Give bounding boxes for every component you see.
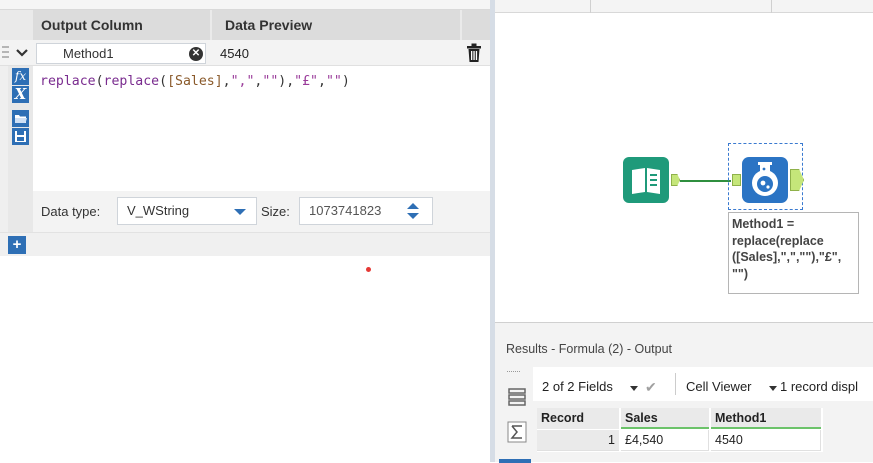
dropdown-arrow-icon[interactable] bbox=[630, 386, 638, 391]
checkmark-icon[interactable]: ✔ bbox=[645, 379, 657, 396]
results-title: Results - Formula (2) - Output bbox=[506, 342, 673, 356]
punct-token: ( bbox=[159, 74, 168, 89]
column-header-method1[interactable]: Method1 bbox=[711, 408, 821, 429]
flask-icon bbox=[752, 162, 778, 196]
data-type-value: V_WString bbox=[127, 203, 190, 218]
cell-record[interactable]: 1 bbox=[537, 430, 619, 451]
expression-editor[interactable]: replace(replace([Sales],",",""),"£","") bbox=[33, 66, 490, 191]
tool-annotation: Method1 = replace(replace ([Sales],",","… bbox=[728, 212, 859, 294]
input-anchor[interactable] bbox=[732, 174, 741, 186]
output-column-header[interactable]: Output Column bbox=[33, 10, 210, 40]
expression-text[interactable]: replace(replace([Sales],",",""),"£","") bbox=[40, 74, 350, 89]
save-icon[interactable] bbox=[12, 128, 29, 145]
results-panel: Results - Formula (2) - Output 2 of 2 Fi… bbox=[495, 322, 873, 463]
function-token: replace bbox=[40, 74, 96, 89]
trash-icon[interactable] bbox=[466, 43, 482, 63]
column-header-sales[interactable]: Sales bbox=[621, 408, 709, 429]
expression-toolbar: fx X bbox=[8, 66, 33, 232]
toolbar-separator bbox=[675, 373, 676, 395]
column-header-bar: Output Column Data Preview bbox=[0, 10, 490, 40]
size-stepper-icon[interactable] bbox=[406, 201, 420, 221]
punct-token: , bbox=[222, 74, 231, 89]
string-token: "£" bbox=[294, 74, 318, 89]
data-type-bar: Data type: V_WString Size: 1073741823 bbox=[33, 191, 490, 232]
data-type-select[interactable]: V_WString bbox=[117, 197, 257, 225]
punct-token: ), bbox=[278, 74, 295, 89]
book-icon bbox=[632, 168, 660, 194]
cursor-marker bbox=[366, 267, 371, 272]
punct-token: , bbox=[317, 74, 326, 89]
clear-icon[interactable]: ✕ bbox=[189, 47, 203, 61]
dropdown-arrow-icon[interactable] bbox=[234, 209, 246, 215]
results-drag-handle[interactable] bbox=[507, 371, 520, 374]
results-grid[interactable]: Record Sales Method1 1 £4,540 4540 bbox=[537, 408, 823, 452]
fields-dropdown[interactable]: 2 of 2 Fields bbox=[542, 379, 613, 394]
cell-viewer-dropdown[interactable]: Cell Viewer bbox=[686, 379, 752, 394]
header-filler bbox=[462, 10, 490, 40]
record-count-label: 1 record displ bbox=[780, 379, 859, 394]
chevron-down-icon[interactable] bbox=[12, 40, 32, 66]
panel-top-strip bbox=[0, 0, 490, 10]
string-token: "," bbox=[230, 74, 255, 89]
connection-line[interactable] bbox=[680, 180, 731, 182]
formula-row[interactable]: Method1 ✕ 4540 bbox=[0, 40, 490, 66]
input-data-tool[interactable] bbox=[623, 157, 669, 203]
sum-icon[interactable] bbox=[507, 421, 527, 443]
size-label: Size: bbox=[261, 204, 290, 219]
left-gutter bbox=[0, 66, 8, 232]
output-column-name-field[interactable]: Method1 bbox=[36, 43, 206, 64]
add-icon[interactable]: + bbox=[8, 236, 26, 254]
results-tab-indicator bbox=[499, 459, 531, 463]
function-token: replace bbox=[103, 74, 160, 89]
data-preview-value: 4540 bbox=[220, 46, 249, 61]
canvas-tab-strip bbox=[495, 0, 873, 13]
column-header-record[interactable]: Record bbox=[537, 408, 619, 429]
formula-tool[interactable] bbox=[742, 157, 788, 203]
output-anchor[interactable] bbox=[671, 174, 680, 186]
row-drag-handle[interactable] bbox=[0, 43, 10, 63]
data-preview-header[interactable]: Data Preview bbox=[212, 10, 460, 40]
results-toolbar: 2 of 2 Fields ✔ Cell Viewer 1 record dis… bbox=[533, 367, 873, 401]
data-type-label: Data type: bbox=[41, 204, 101, 219]
string-token: "" bbox=[262, 74, 279, 89]
dropdown-arrow-icon[interactable] bbox=[769, 386, 777, 391]
punct-token: ) bbox=[341, 74, 350, 89]
variable-icon[interactable]: X bbox=[12, 86, 29, 103]
fields-icon[interactable] bbox=[507, 387, 527, 407]
cell-method1[interactable]: 4540 bbox=[711, 430, 821, 451]
open-icon[interactable] bbox=[12, 110, 29, 127]
formula-config-panel: Output Column Data Preview Method1 ✕ 454… bbox=[0, 0, 490, 462]
fx-icon[interactable]: fx bbox=[12, 68, 29, 85]
add-row-bar: + bbox=[0, 232, 490, 256]
punct-token: ( bbox=[95, 74, 104, 89]
field-token: [Sales] bbox=[167, 74, 223, 89]
workflow-canvas[interactable]: Method1 = replace(replace ([Sales],",","… bbox=[495, 0, 873, 322]
string-token: "" bbox=[325, 74, 342, 89]
cell-sales[interactable]: £4,540 bbox=[621, 430, 709, 451]
